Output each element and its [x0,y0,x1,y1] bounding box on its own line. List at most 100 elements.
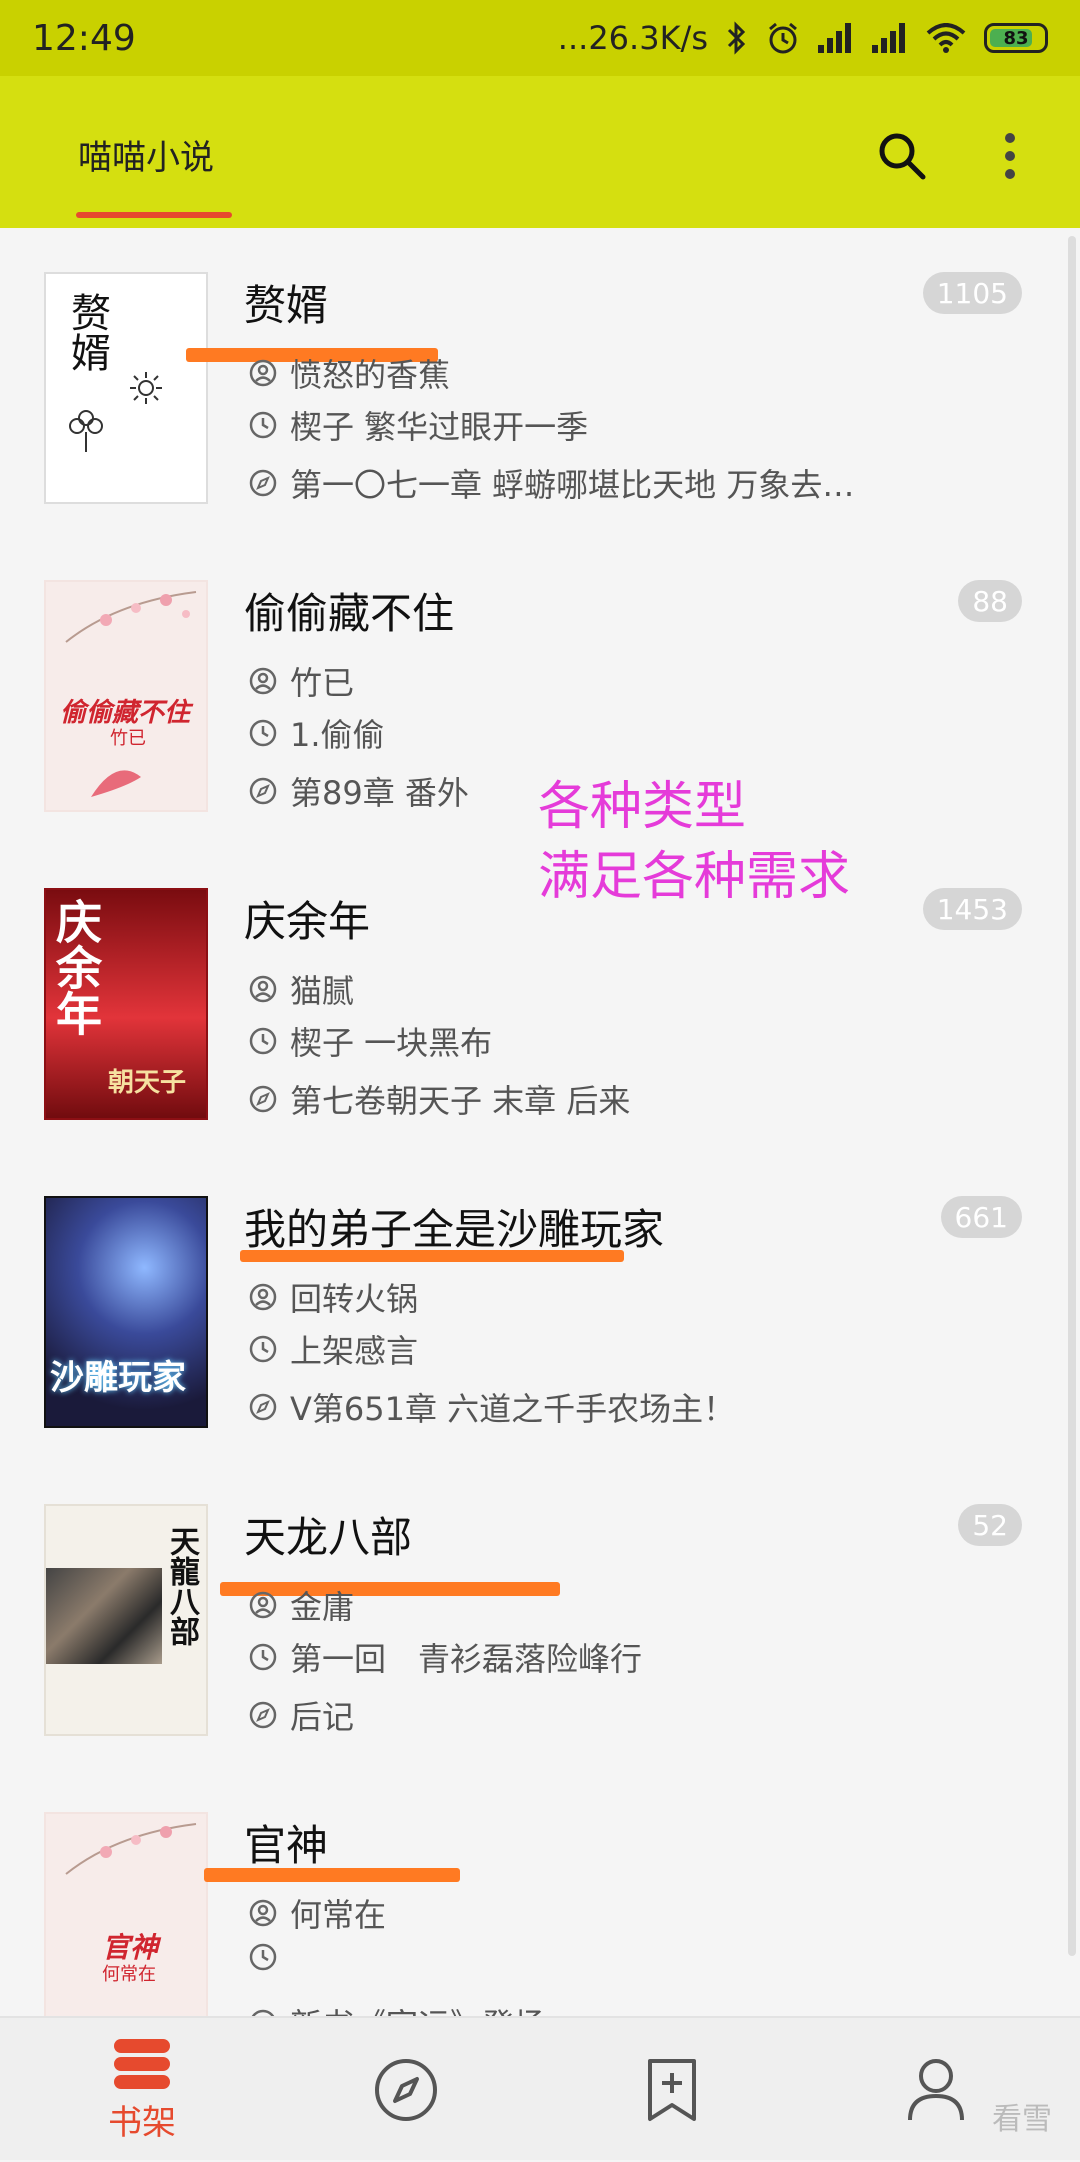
unread-count-badge: 1105 [922,272,1022,314]
unread-count-badge: 1453 [922,888,1022,930]
cover-blossom-decoration [65,1823,197,1875]
book-item[interactable]: 赘婿 赘婿 愤怒的香蕉 楔子 繁华过眼开一季 第一〇七一章 蜉蝣哪堪比天地 万象… [0,230,1080,538]
app-bar: 喵喵小说 [0,76,1080,228]
book-author: 愤怒的香蕉 [290,356,451,394]
book-cover: 赘婿 [44,272,208,504]
book-update: 第一回 青衫磊落险峰行 [290,1640,643,1678]
promo-line-1: 各种类型 [538,777,747,837]
book-author-row: 猫腻 [248,966,354,1012]
book-author: 竹已 [290,664,355,702]
author-icon [249,975,277,1003]
book-title: 官神 [244,1821,329,1870]
nav-discover[interactable] [326,2018,486,2162]
alarm-icon [769,22,797,54]
book-list: 赘婿 赘婿 愤怒的香蕉 楔子 繁华过眼开一季 第一〇七一章 蜉蝣哪堪比天地 万象… [0,230,1080,2078]
nav-bookshelf[interactable]: 书架 [62,2018,222,2162]
cover-title: 天龍八部 [164,1526,199,1646]
book-update: 楔子 一块黑布 [290,1024,493,1062]
book-cover: 沙雕玩家 [44,1196,208,1428]
status-time: 12:49 [32,17,136,59]
compass-small-icon [249,469,277,497]
book-update-row: 第一回 青衫磊落险峰行 [248,1634,642,1680]
compass-small-icon [249,1085,277,1113]
compass-icon [375,2059,437,2121]
book-title: 赘婿 [244,281,329,330]
book-author: 回转火锅 [290,1280,419,1318]
book-cover: 偷偷藏不住 竹已 [44,580,208,812]
search-button[interactable] [870,124,934,188]
book-title: 偷偷藏不住 [244,589,455,638]
book-update-row: 上架感言 [248,1326,418,1372]
book-item[interactable]: 沙雕玩家 我的弟子全是沙雕玩家 回转火锅 上架感言 V第651章 六道之千手农场… [0,1154,1080,1462]
cover-title: 赘婿 [64,292,110,372]
book-latest-chapter: 第89章 番外 [290,774,469,812]
cover-photo-band [46,1568,162,1664]
unread-count-badge: 661 [940,1196,1022,1238]
nav-bookmarks[interactable] [592,2018,752,2162]
cover-author: 何常在 [102,1964,156,1985]
book-latest-row: 后记 [248,1692,354,1738]
author-icon [249,359,277,387]
book-update: 楔子 繁华过眼开一季 [290,408,589,446]
book-update: 1.偷偷 [290,716,385,754]
watermark: 看雪 [992,2102,1052,2137]
compass-small-icon [249,777,277,805]
clock-icon [249,1943,277,1971]
book-latest-row: 第一〇七一章 蜉蝣哪堪比天地 万象去… [248,460,854,506]
signal-icon-2 [872,23,905,53]
author-icon [249,1899,277,1927]
clock-icon [249,411,277,439]
unread-count-badge: 52 [958,1504,1022,1546]
compass-small-icon [249,1393,277,1421]
book-update-row: 楔子 一块黑布 [248,1018,492,1064]
author-icon [249,1283,277,1311]
clock-icon [249,1643,277,1671]
book-update-row: 1.偷偷 [248,710,385,756]
book-cover: 天龍八部 [44,1504,208,1736]
clock-icon [249,719,277,747]
clock-icon [249,1335,277,1363]
bottom-navigation: 书架 看雪 [0,2016,1080,2160]
book-title: 天龙八部 [244,1513,413,1562]
book-latest-chapter: 第一〇七一章 蜉蝣哪堪比天地 万象去… [290,466,855,504]
nav-profile[interactable] [856,2018,1016,2162]
more-options-button[interactable] [990,124,1030,188]
book-cover: 庆余年 朝天子 [44,888,208,1120]
bookshelf-icon [114,2038,170,2089]
book-update-row [248,1942,290,1972]
author-icon [249,667,277,695]
book-author: 何常在 [290,1896,387,1934]
book-author-row: 金庸 [248,1582,354,1628]
cover-sun-icon [130,372,162,404]
book-latest-row: 第七卷朝天子 末章 后来 [248,1076,630,1122]
more-vert-icon [1005,133,1015,179]
book-author-row: 愤怒的香蕉 [248,350,450,396]
book-cover: 官神 何常在 [44,1812,208,2044]
battery-level: 83 [1003,27,1029,49]
book-latest-chapter: V第651章 六道之千手农场主！ [290,1390,736,1428]
cover-blossom-decoration [65,591,197,643]
cover-umbrella-decoration [91,770,141,797]
highlight-mark [240,1250,624,1262]
book-author: 猫腻 [290,972,355,1010]
promo-line-2: 满足各种需求 [538,847,851,907]
book-latest-row: V第651章 六道之千手农场主！ [248,1384,735,1430]
book-latest-chapter: 第七卷朝天子 末章 后来 [290,1082,631,1120]
wifi-icon [926,23,966,53]
network-speed: ...26.3K/s [557,19,708,57]
status-icons: ...26.3K/s 83 [558,19,1048,57]
cover-subtitle: 朝天子 [108,1068,187,1098]
book-item[interactable]: 天龍八部 天龙八部 金庸 第一回 青衫磊落险峰行 后记 52 [0,1462,1080,1770]
book-latest-chapter: 后记 [290,1698,355,1736]
app-title-tab[interactable]: 喵喵小说 [78,130,214,179]
book-author-row: 竹已 [248,658,354,704]
bookmark-add-icon [648,2059,696,2121]
cover-author: 竹已 [110,728,146,749]
book-title: 我的弟子全是沙雕玩家 [244,1205,665,1254]
active-tab-indicator [76,212,232,218]
bluetooth-icon [727,21,746,55]
nav-bookshelf-label: 书架 [108,2102,176,2143]
book-title: 庆余年 [244,897,371,946]
book-author-row: 回转火锅 [248,1274,418,1320]
promo-annotation: 各种类型 满足各种需求 [538,772,850,912]
